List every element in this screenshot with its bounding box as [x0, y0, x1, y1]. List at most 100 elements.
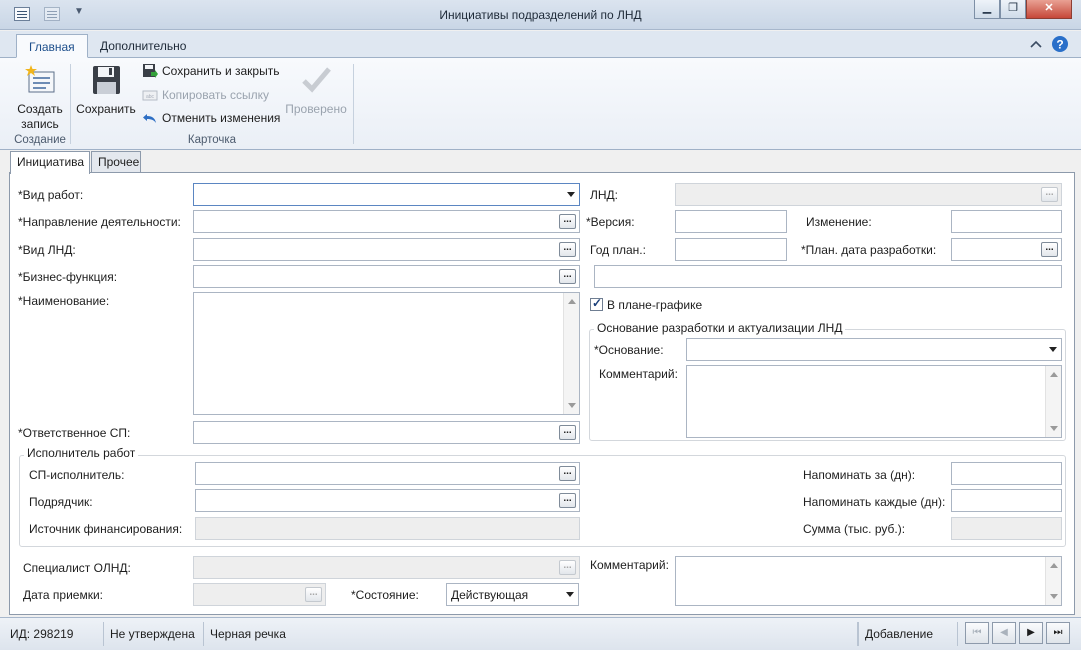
nav-next-button[interactable]: ▶ [1019, 622, 1043, 644]
bottom-comment-label: Комментарий: [590, 558, 669, 572]
state-select[interactable]: Действующая [446, 583, 579, 606]
version-field[interactable] [675, 210, 787, 233]
ellipsis-button-icon[interactable]: ... [305, 587, 322, 602]
remind-every-field[interactable] [951, 489, 1062, 512]
basis-comment-label: Комментарий: [599, 367, 678, 381]
state-label: *Состояние: [351, 588, 419, 602]
basis-select[interactable] [686, 338, 1062, 361]
business-function-label: *Бизнес-функция: [18, 270, 118, 284]
copy-link-icon: abc [142, 90, 158, 101]
svg-text:?: ? [1056, 38, 1063, 52]
ribbon-tab-bar: Главная Дополнительно ? [0, 31, 1081, 58]
save-close-icon [143, 64, 158, 78]
collapse-ribbon-icon[interactable] [1030, 39, 1042, 49]
record-id: ИД: 298219 [4, 622, 104, 646]
group-label-card: Карточка [187, 134, 237, 146]
contractor-label: Подрядчик: [29, 495, 93, 509]
edit-mode: Добавление [858, 622, 958, 646]
basis-comment-scrollbar[interactable] [1045, 366, 1061, 437]
basis-comment-textarea[interactable] [686, 365, 1062, 438]
acceptance-date-label: Дата приемки: [23, 588, 103, 602]
contractor-field[interactable]: ... [195, 489, 580, 512]
amount-label: Сумма (тыс. руб.): [803, 522, 906, 536]
ellipsis-button-icon[interactable]: ... [559, 269, 576, 284]
ellipsis-button-icon[interactable]: ... [1041, 187, 1058, 202]
ellipsis-button-icon[interactable]: ... [559, 214, 576, 229]
save-button[interactable]: Сохранить [74, 62, 138, 122]
ribbon-separator [353, 64, 354, 144]
nav-first-button[interactable]: ⏮ [965, 622, 989, 644]
save-close-button[interactable]: Сохранить и закрыть [142, 62, 279, 80]
status-bar: ИД: 298219 Не утверждена Черная речка До… [0, 617, 1081, 650]
nav-prev-button[interactable]: ◀ [992, 622, 1016, 644]
ellipsis-button-icon[interactable]: ... [559, 493, 576, 508]
tab-initiative[interactable]: Инициатива [10, 151, 90, 174]
checked-button[interactable]: Проверено [282, 62, 350, 122]
dropdown-arrow-icon [567, 192, 575, 197]
amount-field[interactable] [951, 517, 1062, 540]
minimize-button[interactable]: ▁ [974, 0, 1000, 19]
change-label: Изменение: [806, 215, 872, 229]
bottom-comment-scrollbar[interactable] [1045, 557, 1061, 605]
remind-every-label: Напоминать каждые (дн): [803, 495, 946, 509]
ellipsis-button-icon[interactable]: ... [559, 242, 576, 257]
in-schedule-label: В плане-графике [607, 298, 703, 312]
ribbon-tab-home[interactable]: Главная [16, 34, 88, 58]
basis-label: *Основание: [594, 343, 664, 357]
create-record-button[interactable]: Создать запись [12, 62, 68, 132]
remind-before-label: Напоминать за (дн): [803, 468, 916, 482]
responsible-unit-field[interactable]: ... [193, 421, 580, 444]
ellipsis-button-icon[interactable]: ... [559, 425, 576, 440]
remind-before-field[interactable] [951, 462, 1062, 485]
window-title: Инициативы подразделений по ЛНД [439, 8, 642, 22]
work-type-label: *Вид работ: [18, 188, 84, 202]
undo-icon [143, 114, 156, 123]
lnd-field[interactable]: ... [675, 183, 1062, 206]
floppy-disk-icon [93, 66, 120, 94]
ribbon-separator [70, 64, 71, 144]
save-close-label: Сохранить и закрыть [162, 64, 280, 78]
executor-unit-label: СП-исполнитель: [29, 468, 125, 482]
plan-date-field[interactable]: ... [951, 238, 1062, 261]
plan-year-field[interactable] [675, 238, 787, 261]
new-record-icon [25, 65, 55, 93]
svg-text:abc: abc [146, 94, 155, 100]
copy-link-button[interactable]: abc Копировать ссылку [142, 86, 269, 104]
specialist-label: Специалист ОЛНД: [23, 561, 131, 575]
dropdown-arrow-icon [566, 592, 574, 597]
ribbon-tab-additional[interactable]: Дополнительно [88, 34, 198, 58]
bottom-comment-textarea[interactable] [675, 556, 1062, 606]
funding-source-field[interactable] [195, 517, 580, 540]
checked-label: Проверено [285, 102, 347, 116]
specialist-field[interactable]: ... [193, 556, 580, 579]
approval-status: Не утверждена [104, 622, 204, 646]
direction-field[interactable]: ... [193, 210, 580, 233]
name-textarea[interactable] [193, 292, 580, 415]
nav-last-button[interactable]: ⏭ [1046, 622, 1070, 644]
name-scrollbar[interactable] [563, 293, 579, 414]
undo-changes-button[interactable]: Отменить изменения [142, 109, 280, 127]
work-type-select[interactable] [193, 183, 580, 206]
lnd-type-label: *Вид ЛНД: [18, 243, 76, 257]
ellipsis-button-icon[interactable]: ... [559, 560, 576, 575]
ellipsis-button-icon[interactable]: ... [1041, 242, 1058, 257]
tab-other[interactable]: Прочее [91, 151, 141, 173]
change-field[interactable] [951, 210, 1062, 233]
plan-date-label: *План. дата разработки: [801, 243, 937, 257]
organization-name: Черная речка [204, 622, 858, 646]
close-button[interactable]: ✕ [1026, 0, 1072, 19]
help-icon[interactable]: ? [1051, 35, 1069, 53]
acceptance-date-field[interactable]: ... [193, 583, 326, 606]
maximize-button[interactable]: ❐ [1000, 0, 1026, 19]
business-function-field[interactable]: ... [193, 265, 580, 288]
lnd-type-field[interactable]: ... [193, 238, 580, 261]
name-label: *Наименование: [18, 294, 110, 308]
executor-unit-field[interactable]: ... [195, 462, 580, 485]
ellipsis-button-icon[interactable]: ... [559, 466, 576, 481]
in-schedule-checkbox[interactable] [590, 296, 603, 311]
dropdown-arrow-icon [1049, 347, 1057, 352]
lnd-label: ЛНД: [590, 188, 619, 202]
checkmark-icon [302, 67, 331, 93]
extra-text-field[interactable] [594, 265, 1062, 288]
title-bar: ▼ Инициативы подразделений по ЛНД ▁ ❐ ✕ [0, 0, 1081, 30]
